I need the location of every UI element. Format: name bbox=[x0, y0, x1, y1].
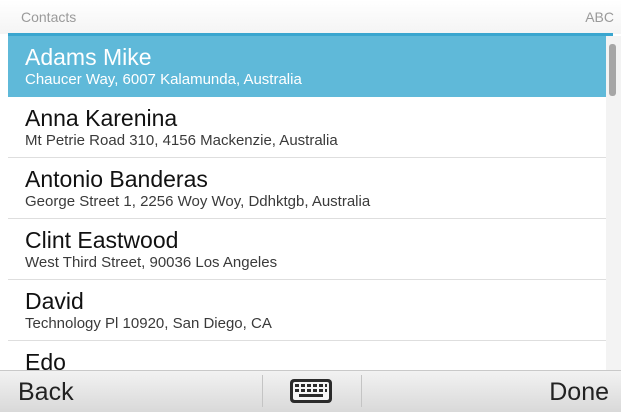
contact-row[interactable]: Adams Mike Chaucer Way, 6007 Kalamunda, … bbox=[8, 36, 606, 97]
keyboard-icon bbox=[290, 379, 332, 403]
back-button[interactable]: Back bbox=[18, 378, 74, 407]
contact-address: West Third Street, 90036 Los Angeles bbox=[25, 254, 278, 271]
contact-name: Clint Eastwood bbox=[25, 227, 179, 253]
contact-name: Antonio Banderas bbox=[25, 166, 208, 192]
keyboard-button[interactable] bbox=[288, 377, 334, 405]
contact-name: Anna Karenina bbox=[25, 105, 178, 131]
contact-row[interactable]: Clint Eastwood West Third Street, 90036 … bbox=[8, 219, 606, 280]
bottom-toolbar: Back Done bbox=[0, 370, 621, 412]
contact-name: Edo bbox=[25, 349, 66, 370]
contact-address: George Street 1, 2256 Woy Woy, Ddhktgb, … bbox=[25, 193, 371, 210]
contact-name: Adams Mike bbox=[25, 44, 152, 70]
contact-row[interactable]: Antonio Banderas George Street 1, 2256 W… bbox=[8, 158, 606, 219]
header-bar: Contacts ABC bbox=[0, 0, 621, 34]
contacts-screen: Contacts ABC Adams Mike Chaucer Way, 600… bbox=[0, 0, 621, 412]
contact-row[interactable]: Edo bbox=[8, 341, 606, 370]
done-button[interactable]: Done bbox=[549, 378, 609, 407]
toolbar-divider bbox=[262, 375, 263, 407]
contact-row[interactable]: Anna Karenina Mt Petrie Road 310, 4156 M… bbox=[8, 97, 606, 158]
contact-address: Technology Pl 10920, San Diego, CA bbox=[25, 315, 272, 332]
contact-name: David bbox=[25, 288, 84, 314]
contacts-list[interactable]: Adams Mike Chaucer Way, 6007 Kalamunda, … bbox=[8, 36, 606, 370]
scrollbar-thumb[interactable] bbox=[609, 44, 616, 96]
contact-address: Chaucer Way, 6007 Kalamunda, Australia bbox=[25, 71, 302, 88]
contact-address: Mt Petrie Road 310, 4156 Mackenzie, Aust… bbox=[25, 132, 338, 149]
input-mode-indicator: ABC bbox=[585, 9, 614, 25]
toolbar-divider bbox=[361, 375, 362, 407]
page-title: Contacts bbox=[21, 9, 77, 25]
contact-row[interactable]: David Technology Pl 10920, San Diego, CA bbox=[8, 280, 606, 341]
